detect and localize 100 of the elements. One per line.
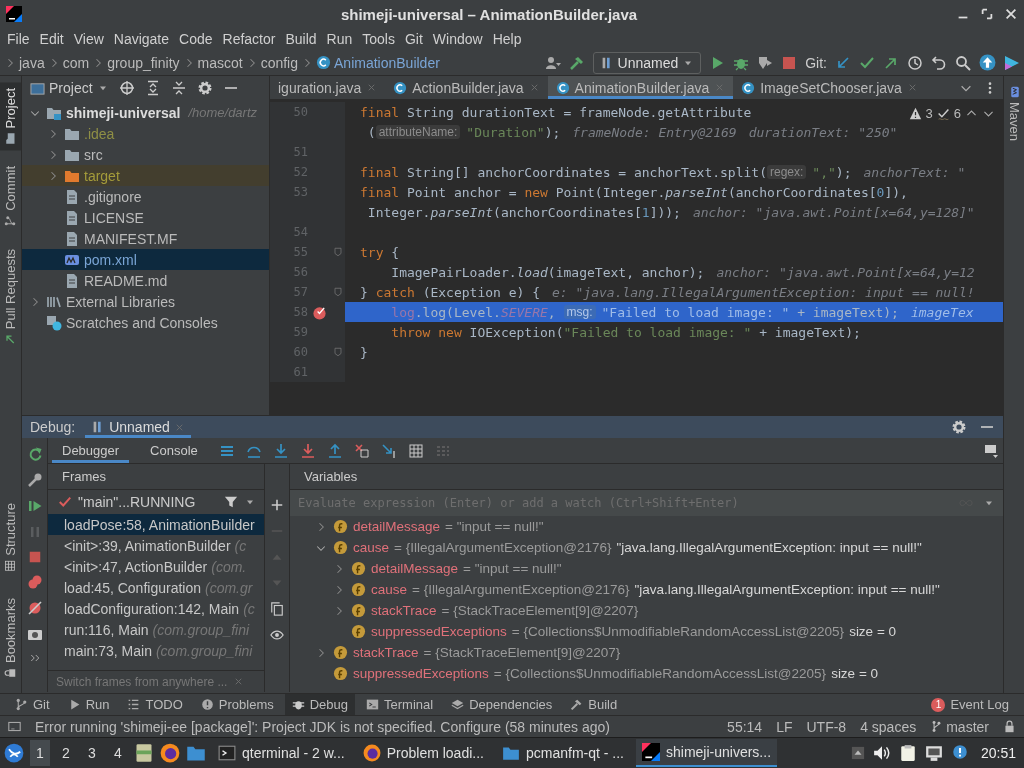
menu-item[interactable]: Code [174, 31, 218, 47]
menu-item[interactable]: Run [321, 31, 358, 47]
tree-row[interactable]: shimeji-universal /home/dartz [22, 102, 269, 123]
browser-icon[interactable] [160, 743, 180, 763]
user-icon[interactable] [544, 54, 561, 71]
search-icon[interactable] [955, 54, 971, 71]
breadcrumb[interactable]: group_finity [107, 54, 180, 71]
tool-window-button[interactable]: Dependencies [444, 694, 560, 715]
tree-row[interactable]: README.md [22, 270, 269, 291]
side-tab[interactable]: Project [0, 82, 21, 151]
debug-tab[interactable]: Unnamed [85, 416, 191, 438]
tree-row[interactable]: .idea [22, 123, 269, 144]
wrench-icon[interactable] [26, 472, 43, 488]
eye-icon[interactable] [270, 628, 284, 642]
notification-icon[interactable] [950, 744, 969, 762]
shield-icon[interactable] [757, 54, 774, 71]
menu-item[interactable]: Git [399, 31, 428, 47]
editor-tab[interactable]: ActionBuilder.java [385, 76, 548, 99]
fold-icon[interactable] [331, 286, 344, 298]
side-tab[interactable]: Structure [0, 497, 21, 578]
tool-window-button[interactable]: TODO [120, 694, 190, 715]
frame-row[interactable]: main:73, Main (com.group_fini [48, 640, 264, 661]
menu-item[interactable]: Tools [357, 31, 400, 47]
breadcrumb[interactable]: AnimationBuilder [334, 54, 440, 71]
lock-icon[interactable] [1003, 720, 1016, 733]
volume-icon[interactable] [872, 744, 891, 762]
tool-window-button[interactable]: Terminal [359, 694, 441, 715]
tool-window-button[interactable]: Debug [284, 694, 356, 715]
desktop-switch[interactable]: 2 [56, 740, 76, 766]
tree-row[interactable]: LICENSE [22, 207, 269, 228]
run-config-dropdown[interactable]: Unnamed [592, 51, 702, 74]
menu-item[interactable]: Edit [34, 31, 69, 47]
frame-row[interactable]: run:116, Main (com.group_fini [48, 619, 264, 640]
frame-row[interactable]: loadPose:58, AnimationBuilder [48, 514, 264, 535]
fold-icon[interactable] [331, 346, 344, 358]
editor-tab[interactable]: ImageSetChooser.java [733, 76, 926, 99]
undo-icon[interactable] [931, 54, 947, 71]
drop-frame-icon[interactable] [353, 442, 370, 459]
project-view-dropdown[interactable]: Project [30, 80, 109, 96]
network-icon[interactable] [924, 744, 943, 762]
close-icon[interactable] [1004, 7, 1018, 21]
add-icon[interactable] [270, 498, 284, 512]
debugger-tab[interactable]: Console [140, 438, 208, 463]
collapse-all-icon[interactable] [170, 80, 187, 96]
more-icon[interactable] [28, 652, 41, 664]
menu-item[interactable]: View [68, 31, 109, 47]
mute-breakpoints-icon[interactable] [26, 600, 43, 616]
menu-item[interactable]: Refactor [217, 31, 281, 47]
clock-icon[interactable] [907, 54, 923, 71]
step-out-icon[interactable] [326, 442, 343, 459]
stop-icon[interactable] [781, 54, 798, 71]
menu-item[interactable]: Build [280, 31, 322, 47]
desktop-switch[interactable]: 3 [82, 740, 102, 766]
maximize-icon[interactable] [980, 7, 994, 21]
breadcrumb[interactable]: com [62, 54, 90, 71]
arrow-up-icon[interactable] [850, 746, 865, 760]
status-item[interactable]: 55:14 [727, 718, 763, 735]
desktop-switch[interactable]: 1 [30, 740, 50, 766]
side-tab[interactable]: Maven [1004, 80, 1024, 148]
tree-row[interactable]: .gitignore [22, 186, 269, 207]
arrow-down-left-icon[interactable] [835, 54, 851, 71]
debugger-tab[interactable]: Debugger [52, 438, 130, 463]
settings-icon[interactable] [196, 80, 213, 96]
branch-widget[interactable]: master [930, 718, 989, 735]
side-tab[interactable]: Pull Requests [0, 243, 21, 352]
tool-window-button[interactable]: Build [563, 694, 625, 715]
fold-icon[interactable] [331, 246, 344, 258]
tool-window-button[interactable]: Run [60, 694, 117, 715]
editor-tab[interactable]: AnimationBuilder.java [547, 76, 734, 99]
tool-window-button[interactable]: Problems [193, 694, 281, 715]
frame-row[interactable]: load:45, Configuration (com.gr [48, 577, 264, 598]
taskbar-window[interactable]: Problem loadi... [356, 739, 490, 767]
resume-icon[interactable] [26, 498, 43, 514]
tree-row[interactable]: pom.xml [22, 249, 269, 270]
stop-icon[interactable] [27, 550, 42, 564]
file-manager-icon[interactable] [134, 743, 154, 763]
tree-row[interactable]: MANIFEST.MF [22, 228, 269, 249]
side-tab[interactable]: Bookmarks [0, 591, 21, 685]
force-step-into-icon[interactable] [299, 442, 316, 459]
tree-row[interactable]: target [22, 165, 269, 186]
upload-icon[interactable] [979, 54, 996, 71]
desktop-switch[interactable]: 4 [108, 740, 128, 766]
menu-item[interactable]: Window [427, 31, 488, 47]
taskbar-window[interactable]: qterminal - 2 w... [212, 739, 351, 767]
taskbar-window[interactable]: shimeji-univers... [636, 739, 778, 767]
status-item[interactable]: 4 spaces [860, 718, 917, 735]
hammer-icon[interactable] [568, 54, 585, 71]
status-item[interactable]: UTF-8 [806, 718, 847, 735]
tree-row[interactable]: External Libraries [22, 291, 269, 312]
thread-dropdown[interactable]: "main"...RUNNING [48, 490, 264, 514]
breakpoints-icon[interactable] [26, 574, 43, 590]
layout-icon[interactable] [983, 442, 999, 459]
start-menu-icon[interactable] [4, 743, 24, 763]
run-to-cursor-icon[interactable] [380, 442, 397, 459]
editor-tab[interactable]: iguration.java [270, 76, 386, 99]
clipboard-icon[interactable] [898, 744, 917, 762]
breadcrumb[interactable]: mascot [197, 54, 243, 71]
settings-icon[interactable] [951, 419, 967, 435]
message-icon[interactable] [8, 720, 21, 733]
step-into-icon[interactable] [272, 442, 289, 459]
